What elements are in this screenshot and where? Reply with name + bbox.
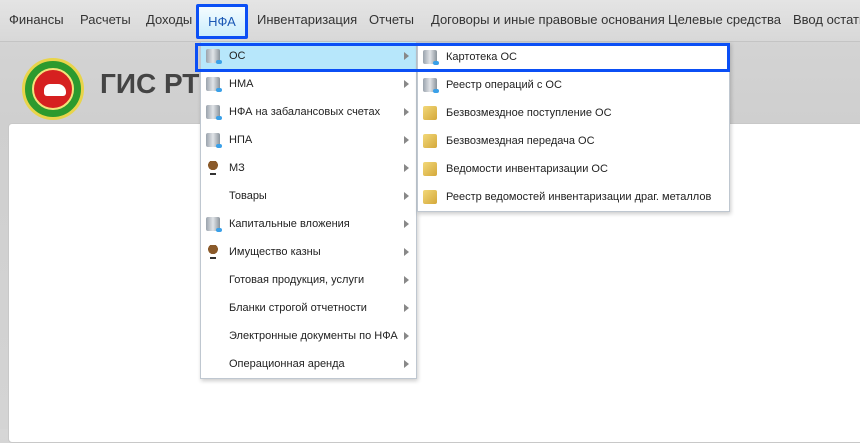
server-icon: [206, 217, 222, 232]
menu-item-label: ОС: [229, 50, 246, 62]
menu-item-label: НФА на забалансовых счетах: [229, 106, 381, 118]
menu-raschety[interactable]: Расчеты: [80, 12, 131, 27]
submenu-item-vedomosti-inventarizatsii[interactable]: Ведомости инвентаризации ОС: [418, 155, 729, 183]
menu-inventarizatsiya[interactable]: Инвентаризация: [257, 12, 357, 27]
menu-item-label: Операционная аренда: [229, 358, 345, 370]
server-icon: [206, 49, 222, 64]
submenu-item-reestr-vedomostey-drag-metallov[interactable]: Реестр ведомостей инвентаризации драг. м…: [418, 183, 729, 211]
menu-item-blanki[interactable]: Бланки строгой отчетности: [201, 294, 416, 322]
submenu-arrow-icon: [404, 136, 409, 144]
submenu-arrow-icon: [404, 52, 409, 60]
submenu-arrow-icon: [404, 332, 409, 340]
menu-item-nma[interactable]: НМА: [201, 70, 416, 98]
menu-dogovory[interactable]: Договоры и иные правовые основания: [431, 12, 665, 27]
os-submenu: Картотека ОС Реестр операций с ОС Безвоз…: [417, 42, 730, 212]
submenu-item-bezvozmezdnoe-postuplenie[interactable]: Безвозмездное поступление ОС: [418, 99, 729, 127]
menu-item-label: Ведомости инвентаризации ОС: [446, 163, 608, 175]
submenu-item-kartoteka-os[interactable]: Картотека ОС: [418, 43, 729, 71]
menu-tselevye-sredstva[interactable]: Целевые средства: [668, 12, 781, 27]
submenu-arrow-icon: [404, 220, 409, 228]
menu-item-label: Безвозмездное поступление ОС: [446, 107, 612, 119]
menu-finansy[interactable]: Финансы: [9, 12, 64, 27]
submenu-arrow-icon: [404, 304, 409, 312]
server-icon: [206, 133, 222, 148]
card-file-icon: [423, 50, 439, 65]
submenu-arrow-icon: [404, 80, 409, 88]
submenu-item-reestr-operatsiy[interactable]: Реестр операций с ОС: [418, 71, 729, 99]
menu-item-label: НМА: [229, 78, 254, 90]
menu-item-label: Имущество казны: [229, 246, 321, 258]
submenu-arrow-icon: [404, 192, 409, 200]
menu-item-label: Товары: [229, 190, 267, 202]
menu-item-label: Реестр ведомостей инвентаризации драг. м…: [446, 191, 712, 203]
server-icon: [206, 105, 222, 120]
menu-item-nfa-zabalans[interactable]: НФА на забалансовых счетах: [201, 98, 416, 126]
app-title: ГИС РТ: [100, 68, 200, 99]
tatarstan-emblem-logo: [22, 58, 84, 120]
menu-item-imushchestvo-kazny[interactable]: Имущество казны: [201, 238, 416, 266]
top-menu-bar: Финансы Расчеты Доходы НФА Инвентаризаци…: [0, 0, 860, 42]
menu-item-label: Реестр операций с ОС: [446, 79, 562, 91]
menu-item-mz[interactable]: МЗ: [201, 154, 416, 182]
menu-item-label: Готовая продукция, услуги: [229, 274, 365, 286]
chair-icon: [206, 245, 220, 259]
menu-item-label: Бланки строгой отчетности: [229, 302, 367, 314]
menu-item-kap-vlozheniya[interactable]: Капитальные вложения: [201, 210, 416, 238]
folder-icon: [423, 106, 437, 120]
menu-item-label: Капитальные вложения: [229, 218, 350, 230]
registry-icon: [423, 78, 439, 93]
menu-vvod-ostatkov[interactable]: Ввод остатко: [793, 12, 860, 27]
menu-item-label: МЗ: [229, 162, 245, 174]
server-icon: [206, 77, 222, 92]
submenu-arrow-icon: [404, 164, 409, 172]
menu-item-label: Безвозмездная передача ОС: [446, 135, 595, 147]
menu-item-label: Картотека ОС: [446, 51, 517, 63]
chair-icon: [206, 161, 220, 175]
menu-dokhody[interactable]: Доходы: [146, 12, 192, 27]
menu-item-os[interactable]: ОС: [201, 42, 416, 70]
menu-otchety[interactable]: Отчеты: [369, 12, 414, 27]
folder-icon: [423, 134, 437, 148]
submenu-item-bezvozmezdnaya-peredacha[interactable]: Безвозмездная передача ОС: [418, 127, 729, 155]
submenu-arrow-icon: [404, 108, 409, 116]
submenu-arrow-icon: [404, 360, 409, 368]
menu-item-gotovaya-produktsiya[interactable]: Готовая продукция, услуги: [201, 266, 416, 294]
inventory-icon: [423, 190, 437, 204]
nfa-dropdown-menu: ОС НМА НФА на забалансовых счетах НПА МЗ…: [200, 42, 417, 379]
menu-item-tovary[interactable]: Товары: [201, 182, 416, 210]
menu-item-label: НПА: [229, 134, 253, 146]
menu-item-label: Электронные документы по НФА: [229, 330, 398, 342]
menu-item-operatsionnaya-arenda[interactable]: Операционная аренда: [201, 350, 416, 378]
menu-item-elektronnye-dokumenty[interactable]: Электронные документы по НФА: [201, 322, 416, 350]
menu-item-npa[interactable]: НПА: [201, 126, 416, 154]
submenu-arrow-icon: [404, 248, 409, 256]
submenu-arrow-icon: [404, 276, 409, 284]
inventory-icon: [423, 162, 437, 176]
menu-nfa[interactable]: НФА: [196, 4, 248, 39]
